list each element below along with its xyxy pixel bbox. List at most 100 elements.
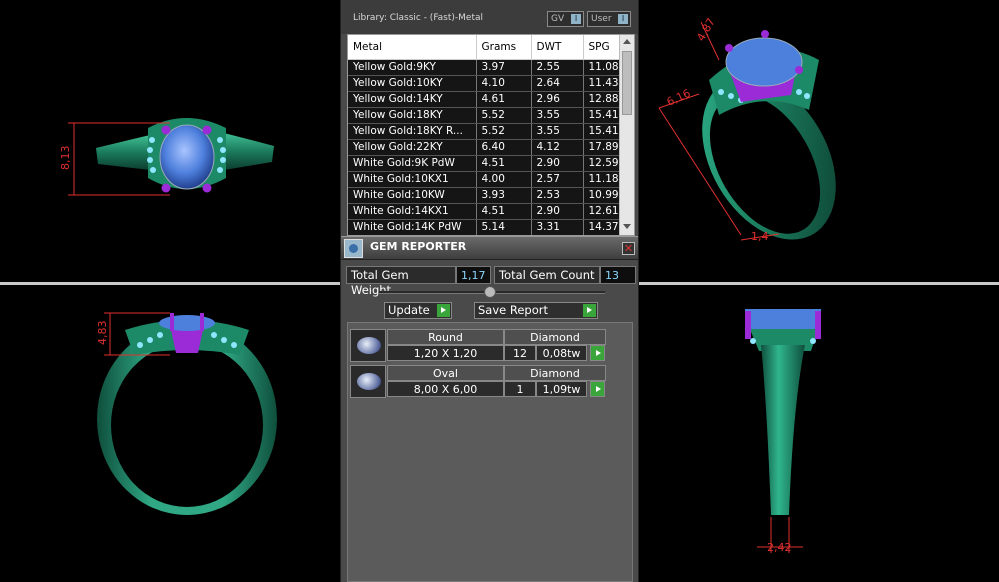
metal-name: Yellow Gold:22KY <box>348 139 477 156</box>
metal-dwt: 2.90 <box>531 155 584 172</box>
viewport-top[interactable]: 8,13 <box>0 0 340 282</box>
metal-spg: 11.18 <box>583 171 621 188</box>
gem-material: Diamond <box>504 329 606 345</box>
gem-count: 12 <box>504 345 536 361</box>
round-gem-icon <box>350 329 386 362</box>
metal-name: Yellow Gold:10KY <box>348 75 477 92</box>
metal-grams: 5.14 <box>476 219 532 235</box>
metal-name: Yellow Gold:9KY <box>348 59 477 76</box>
play-arrow-icon <box>583 304 596 317</box>
dimension-label-front: 4,83 <box>96 321 109 346</box>
gem-reporter-titlebar[interactable]: GEM REPORTER ✕ <box>341 236 638 260</box>
total-gem-count-value: 13 <box>600 266 636 284</box>
metal-spg: 10.99 <box>583 187 621 204</box>
metal-dwt: 2.90 <box>531 203 584 220</box>
table-row[interactable]: White Gold:14K PdW 5.14 3.31 14.37 <box>348 219 621 235</box>
metal-spg: 14.37 <box>583 219 621 235</box>
gem-reporter-icon <box>344 239 363 258</box>
update-button[interactable]: Update <box>384 302 452 319</box>
gem-weight: 1,09tw <box>536 381 587 397</box>
ring-side-view: 2,42 <box>745 309 821 554</box>
play-arrow-icon <box>437 304 450 317</box>
metal-dwt: 3.31 <box>531 219 584 235</box>
close-icon[interactable]: ✕ <box>622 242 635 255</box>
table-row[interactable]: Yellow Gold:18KY 5.52 3.55 15.41 <box>348 107 621 124</box>
scroll-up-arrow-icon[interactable] <box>623 39 631 44</box>
table-row[interactable]: Yellow Gold:22KY 6.40 4.12 17.89 <box>348 139 621 156</box>
gem-shape: Round <box>387 329 504 345</box>
gem-material: Diamond <box>504 365 606 381</box>
metal-spg: 15.41 <box>583 123 621 140</box>
user-indicator-icon: I <box>618 14 628 24</box>
viewport-side[interactable]: 2,42 <box>639 285 999 582</box>
save-report-button[interactable]: Save Report <box>474 302 598 319</box>
properties-panel: Library: Classic - (Fast)-Metal GV I Use… <box>340 0 639 582</box>
metal-dwt: 2.57 <box>531 171 584 188</box>
metal-name: White Gold:10KX1 <box>348 171 477 188</box>
table-row[interactable]: Yellow Gold:18KY R... 5.52 3.55 15.41 <box>348 123 621 140</box>
splitter-handle[interactable] <box>484 286 496 298</box>
metal-table[interactable]: Metal Grams DWT SPG Yellow Gold:9KY 3.97 2… <box>347 34 635 236</box>
table-row[interactable]: White Gold:10KX1 4.00 2.57 11.18 <box>348 171 621 188</box>
metal-spg: 12.59 <box>583 155 621 172</box>
metal-grams: 5.52 <box>476 123 532 140</box>
metal-grams: 4.51 <box>476 203 532 220</box>
metal-table-scrollbar[interactable] <box>619 35 634 235</box>
column-header-grams[interactable]: Grams <box>476 35 532 60</box>
metal-spg: 12.61 <box>583 203 621 220</box>
gem-row[interactable]: Round Diamond 1,20 X 1,20 12 0,08tw <box>350 327 606 363</box>
viewport-perspective[interactable]: 4,87 6,16 1,4 <box>639 0 999 282</box>
metal-dwt: 2.96 <box>531 91 584 108</box>
ring-perspective-view: 4,87 6,16 1,4 <box>658 16 836 243</box>
viewport-front[interactable]: 4,83 <box>0 285 340 582</box>
table-row[interactable]: White Gold:9K PdW 4.51 2.90 12.59 <box>348 155 621 172</box>
play-arrow-icon[interactable] <box>590 345 605 361</box>
metal-spg: 17.89 <box>583 139 621 156</box>
gem-count: 1 <box>504 381 536 397</box>
total-gem-weight-label: Total Gem Weight <box>346 266 456 297</box>
total-gem-weight-value: 1,17 <box>456 266 491 284</box>
metal-grams: 4.10 <box>476 75 532 92</box>
library-title: Library: Classic - (Fast)-Metal <box>353 13 484 23</box>
metal-name: Yellow Gold:18KY <box>348 107 477 124</box>
library-header: Library: Classic - (Fast)-Metal GV I Use… <box>341 0 638 34</box>
column-header-dwt[interactable]: DWT <box>531 35 584 60</box>
user-toggle[interactable]: User I <box>587 11 631 27</box>
scroll-down-arrow-icon[interactable] <box>623 224 631 229</box>
ring-front-view: 4,83 <box>96 312 277 515</box>
table-row[interactable]: White Gold:14KX1 4.51 2.90 12.61 <box>348 203 621 220</box>
scroll-thumb[interactable] <box>622 51 632 115</box>
ring-top-view: 8,13 <box>59 118 274 196</box>
metal-name: White Gold:14KX1 <box>348 203 477 220</box>
dimension-label-side: 2,42 <box>767 541 792 554</box>
gem-shape: Oval <box>387 365 504 381</box>
gem-size: 8,00 X 6,00 <box>387 381 504 397</box>
metal-grams: 4.51 <box>476 155 532 172</box>
gem-size: 1,20 X 1,20 <box>387 345 504 361</box>
table-row[interactable]: White Gold:10KW 3.93 2.53 10.99 <box>348 187 621 204</box>
dimension-label-persp-a: 4,87 <box>694 16 718 44</box>
play-arrow-icon[interactable] <box>590 381 605 397</box>
metal-name: Yellow Gold:18KY R... <box>348 123 477 140</box>
table-row[interactable]: Yellow Gold:10KY 4.10 2.64 11.43 <box>348 75 621 92</box>
table-row[interactable]: Yellow Gold:14KY 4.61 2.96 12.88 <box>348 91 621 108</box>
gv-toggle[interactable]: GV I <box>547 11 584 27</box>
column-header-spg[interactable]: SPG <box>583 35 621 60</box>
total-gem-count-label: Total Gem Count <box>494 266 600 284</box>
dimension-label-persp-c: 1,4 <box>751 230 769 243</box>
metal-name: Yellow Gold:14KY <box>348 91 477 108</box>
metal-name: White Gold:10KW <box>348 187 477 204</box>
dimension-label-persp-b: 6,16 <box>665 87 693 109</box>
gem-reporter-title: GEM REPORTER <box>370 240 467 253</box>
metal-grams: 3.97 <box>476 59 532 76</box>
metal-table-header: Metal Grams DWT SPG <box>348 35 621 60</box>
metal-dwt: 4.12 <box>531 139 584 156</box>
metal-grams: 4.00 <box>476 171 532 188</box>
table-row[interactable]: Yellow Gold:9KY 3.97 2.55 11.08 <box>348 59 621 76</box>
metal-grams: 3.93 <box>476 187 532 204</box>
gem-row[interactable]: Oval Diamond 8,00 X 6,00 1 1,09tw <box>350 363 606 399</box>
oval-gem-icon <box>350 365 386 398</box>
gv-label: GV <box>551 14 565 24</box>
column-header-metal[interactable]: Metal <box>348 35 477 60</box>
gem-list: Round Diamond 1,20 X 1,20 12 0,08tw Oval… <box>347 322 633 582</box>
